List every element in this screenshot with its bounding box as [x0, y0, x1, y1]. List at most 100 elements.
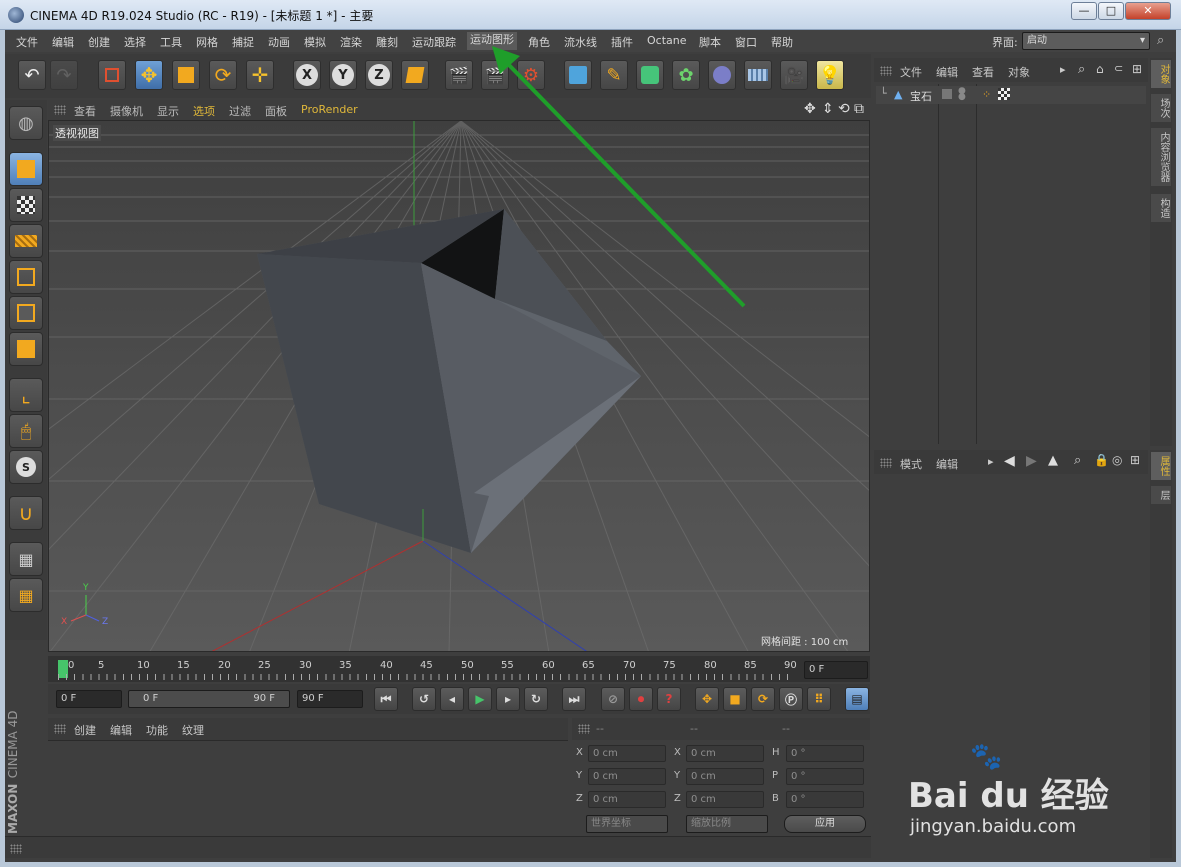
floor-button[interactable]	[744, 60, 772, 90]
object-menu-edit[interactable]: 编辑	[936, 64, 958, 80]
end-frame-field[interactable]: 90 F	[297, 690, 363, 708]
menu-octane[interactable]: Octane	[647, 34, 687, 47]
world-coords-select[interactable]: 世界坐标	[586, 815, 668, 833]
minimize-button[interactable]: —	[1071, 2, 1097, 20]
go-to-end-button[interactable]: ⏭	[562, 687, 586, 711]
scale-select[interactable]: 缩放比例	[686, 815, 768, 833]
tab-layers[interactable]: 层	[1151, 486, 1171, 504]
texture-mode-button[interactable]	[9, 188, 43, 222]
move-tool-button[interactable]: ✥	[135, 60, 163, 90]
cloner-button[interactable]: ✿	[672, 60, 700, 90]
maximize-button[interactable]: □	[1098, 2, 1124, 20]
deformer-button[interactable]	[708, 60, 736, 90]
z-axis-lock-button[interactable]: Z	[365, 60, 393, 90]
menu-character[interactable]: 角色	[528, 34, 550, 50]
viewport-menu-options[interactable]: 选项	[193, 103, 215, 119]
menu-tools[interactable]: 工具	[160, 34, 182, 50]
viewport-menu-filter[interactable]: 过滤	[229, 103, 251, 119]
up-arrow-icon[interactable]: ▲	[1048, 453, 1058, 468]
tab-structure[interactable]: 构造	[1151, 194, 1171, 222]
material-list[interactable]	[48, 740, 568, 834]
key-scale-button[interactable]: ■	[723, 687, 747, 711]
pen-button[interactable]: ✎	[600, 60, 628, 90]
menu-render[interactable]: 渲染	[340, 34, 362, 50]
search-icon[interactable]: ⌕	[1078, 62, 1085, 77]
coordinate-system-button[interactable]	[401, 60, 429, 90]
back-arrow-icon[interactable]: ◀	[1004, 453, 1015, 469]
viewport-maximize-icon[interactable]: ⧉	[854, 101, 864, 117]
size-z-field[interactable]: 0 cm	[686, 791, 764, 808]
tab-takes[interactable]: 场次	[1151, 94, 1171, 122]
live-selection-button[interactable]	[98, 60, 126, 90]
scale-tool-button[interactable]	[172, 60, 200, 90]
size-y-field[interactable]: 0 cm	[686, 768, 764, 785]
viewport-move-icon[interactable]: ✥	[804, 101, 816, 117]
frame-range-slider[interactable]: 0 F 90 F	[128, 690, 290, 708]
menu-simulate[interactable]: 模拟	[304, 34, 326, 50]
rot-b-field[interactable]: 0 °	[786, 791, 864, 808]
key-position-button[interactable]: ✥	[695, 687, 719, 711]
menu-sculpt[interactable]: 雕刻	[376, 34, 398, 50]
viewport-menu-panel[interactable]: 面板	[265, 103, 287, 119]
previous-key-button[interactable]: ↺	[412, 687, 436, 711]
material-menu-texture[interactable]: 纹理	[182, 722, 204, 738]
menu-pipeline[interactable]: 流水线	[564, 34, 597, 50]
tab-attributes[interactable]: 属性	[1151, 452, 1171, 480]
material-menu-create[interactable]: 创建	[74, 722, 96, 738]
material-tag-icon[interactable]	[998, 88, 1010, 100]
edges-mode-button[interactable]	[9, 296, 43, 330]
y-axis-lock-button[interactable]: Y	[329, 60, 357, 90]
forward-arrow-icon[interactable]: ▶	[1026, 453, 1037, 469]
key-parameter-button[interactable]: Ⓟ	[779, 687, 803, 711]
material-menu-edit[interactable]: 编辑	[110, 722, 132, 738]
expand-arrow-icon[interactable]: ▸	[1060, 63, 1066, 76]
recent-tool-button[interactable]: ✛	[246, 60, 274, 90]
viewport-zoom-icon[interactable]: ⇕	[822, 101, 834, 117]
tab-objects[interactable]: 对象	[1151, 60, 1171, 88]
workplane-align-button[interactable]: ▦	[9, 578, 43, 612]
search-icon[interactable]: ⌕	[1074, 453, 1081, 468]
cube-button[interactable]	[564, 60, 592, 90]
key-pla-button[interactable]: ⠿	[807, 687, 831, 711]
menu-motion-tracker[interactable]: 运动跟踪	[412, 34, 456, 50]
object-menu-file[interactable]: 文件	[900, 64, 922, 80]
soft-selection-button[interactable]: S	[9, 450, 43, 484]
viewport-menu-prorender[interactable]: ProRender	[301, 103, 358, 116]
menu-window[interactable]: 窗口	[735, 34, 757, 50]
close-button[interactable]: ✕	[1125, 2, 1171, 20]
attribute-menu-mode[interactable]: 模式	[900, 456, 922, 472]
current-frame-field[interactable]: 0 F	[804, 661, 868, 679]
tweak-mode-button[interactable]: 🖱	[9, 414, 43, 448]
snap-button[interactable]: ∪	[9, 496, 43, 530]
material-menu-function[interactable]: 功能	[146, 722, 168, 738]
pos-x-field[interactable]: 0 cm	[588, 745, 666, 762]
size-x-field[interactable]: 0 cm	[686, 745, 764, 762]
model-mode-button[interactable]	[9, 152, 43, 186]
menu-mograph[interactable]: 运动图形	[467, 32, 517, 50]
visibility-dots-icon[interactable]: ● ●	[958, 87, 966, 102]
cloner-tag-icon[interactable]: ⁘	[982, 88, 991, 101]
viewport-menu-display[interactable]: 显示	[157, 103, 179, 119]
timeline-window-button[interactable]: ▤	[845, 687, 869, 711]
light-button[interactable]: 💡	[816, 60, 844, 90]
subdivision-button[interactable]	[636, 60, 664, 90]
search-icon[interactable]: ⌕	[1157, 33, 1164, 48]
expand-arrow-icon[interactable]: ▸	[988, 455, 994, 468]
render-view-button[interactable]: 🎬	[445, 60, 473, 90]
menu-animate[interactable]: 动画	[268, 34, 290, 50]
x-axis-lock-button[interactable]: X	[293, 60, 321, 90]
menu-select[interactable]: 选择	[124, 34, 146, 50]
menu-mesh[interactable]: 网格	[196, 34, 218, 50]
menu-create[interactable]: 创建	[88, 34, 110, 50]
perspective-viewport[interactable]: 透视视图 网格间距 : 100 cm Y X Z	[48, 120, 870, 652]
camera-button[interactable]: 🎥	[780, 60, 808, 90]
apply-button[interactable]: 应用	[784, 815, 866, 833]
render-picture-viewer-button[interactable]: 🎬	[481, 60, 509, 90]
previous-frame-button[interactable]: ◂	[440, 687, 464, 711]
play-button[interactable]: ▶	[468, 687, 492, 711]
pos-y-field[interactable]: 0 cm	[588, 768, 666, 785]
menu-help[interactable]: 帮助	[771, 34, 793, 50]
key-rotation-button[interactable]: ⟳	[751, 687, 775, 711]
menu-script[interactable]: 脚本	[699, 34, 721, 50]
workplane-mode-button[interactable]	[9, 224, 43, 258]
